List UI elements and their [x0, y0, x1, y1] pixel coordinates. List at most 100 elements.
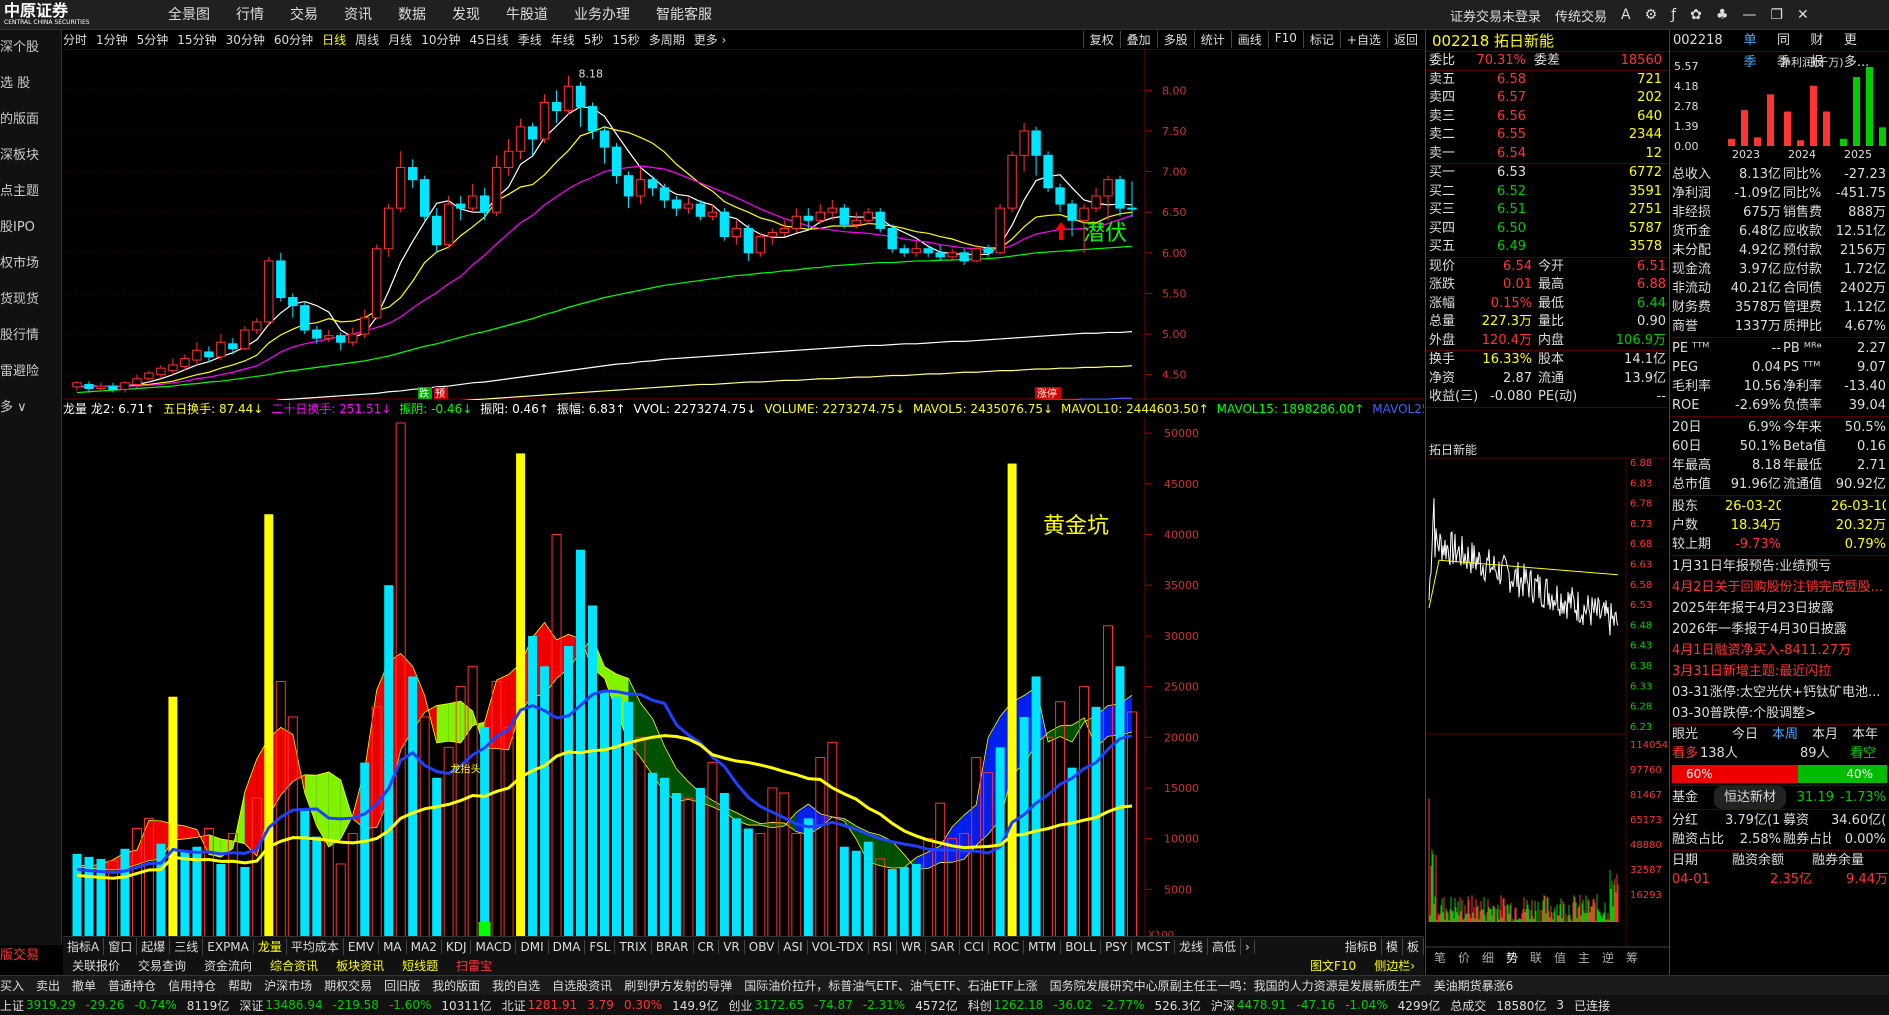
fin-tab-3[interactable]: 更多...: [1844, 30, 1880, 70]
mini-tab-4[interactable]: 联: [1530, 951, 1542, 965]
info-tab-6[interactable]: 扫雷宝: [447, 957, 501, 974]
profit-chart[interactable]: 5.57 4.18 2.78 1.39 0.00 净利润(千万) 2023 2024 2025: [1670, 52, 1889, 161]
indicator-tab-2[interactable]: 起爆: [137, 938, 171, 955]
tool-0[interactable]: 复权: [1082, 31, 1120, 48]
view-tab-3[interactable]: 本年: [1845, 725, 1885, 744]
period-7[interactable]: 周线: [355, 31, 379, 48]
status-item-1[interactable]: 卖出: [36, 977, 60, 994]
indicator-tab-33[interactable]: ›: [1241, 939, 1255, 954]
status-item-0[interactable]: 买入: [0, 977, 24, 994]
indicator-tab-17[interactable]: CR: [694, 939, 720, 954]
volume-chart[interactable]: 5000 10000 15000 20000 25000 30000 35000 40000 4…: [63, 418, 1424, 966]
leftnav-item-2[interactable]: 的版面: [0, 102, 61, 138]
indicator-tab-5[interactable]: 龙量: [254, 938, 287, 955]
status-item-14[interactable]: 国务院发展研究中心原副主任王一鸣：我国的人力资源是发展新质生产: [1050, 977, 1422, 994]
indicator-tab-9[interactable]: MA2: [407, 939, 442, 954]
font-size-icon[interactable]: A: [1621, 7, 1631, 23]
indicator-tab-12[interactable]: DMI: [516, 939, 549, 954]
formula-icon[interactable]: ƒ: [1671, 7, 1676, 23]
fin-tab-2[interactable]: 财报: [1810, 30, 1834, 70]
status-item-12[interactable]: 刷到伊方发射的导弹: [624, 977, 732, 994]
fin-tab-0[interactable]: 单季: [1744, 30, 1768, 70]
menu-item-7[interactable]: 业务办理: [561, 0, 643, 30]
status-item-2[interactable]: 撤单: [72, 977, 96, 994]
period-12[interactable]: 年线: [551, 31, 575, 48]
period-16[interactable]: 更多 ›: [694, 31, 727, 48]
leftnav-item-6[interactable]: 权市场: [0, 246, 61, 282]
menu-item-6[interactable]: 牛股道: [493, 0, 561, 30]
menu-item-0[interactable]: 全景图: [155, 0, 223, 30]
tool-5[interactable]: F10: [1267, 31, 1303, 48]
mini-tab-3[interactable]: 势: [1506, 951, 1518, 965]
status-item-7[interactable]: 期权交易: [324, 977, 372, 994]
login-status[interactable]: 证券交易未登录: [1450, 6, 1541, 25]
indicator-tab-13[interactable]: DMA: [549, 939, 586, 954]
kline-chart[interactable]: 4.505.005.506.006.507.007.508.008.18←4.2…: [63, 50, 1424, 400]
period-5[interactable]: 60分钟: [274, 31, 313, 48]
indicator-tab-31[interactable]: 龙线: [1175, 938, 1208, 955]
news-item[interactable]: 03-30普跌停:个股调整>: [1670, 703, 1889, 724]
indicator-tab-14[interactable]: FSL: [585, 939, 616, 954]
settings-icon[interactable]: ⚙: [1645, 7, 1658, 23]
news-item[interactable]: 2025年年报于4月23日披露: [1670, 598, 1889, 619]
news-item[interactable]: 1月31日年报预告:业绩预亏: [1670, 556, 1889, 577]
menu-item-3[interactable]: 资讯: [331, 0, 385, 30]
status-item-10[interactable]: 我的自选: [492, 977, 540, 994]
indicator-tab-18[interactable]: VR: [719, 939, 745, 954]
indicator-tab-30[interactable]: MCST: [1132, 939, 1175, 954]
leftnav-item-5[interactable]: 股IPO: [0, 210, 61, 246]
mini-tab-1[interactable]: 价: [1458, 951, 1470, 965]
info-tab-1[interactable]: 交易查询: [129, 957, 195, 974]
mini-tab-0[interactable]: 笔: [1434, 950, 1446, 965]
indicator-tab-15[interactable]: TRIX: [615, 939, 652, 954]
close-icon[interactable]: ✕: [1797, 7, 1809, 23]
mini-tab-2[interactable]: 细: [1482, 951, 1494, 965]
period-6[interactable]: 日线: [322, 31, 346, 48]
indicator-tab-0[interactable]: 指标A: [63, 938, 105, 955]
view-tab-2[interactable]: 本月: [1805, 725, 1845, 744]
indicator-tab-27[interactable]: MTM: [1024, 939, 1062, 954]
indicator-tab-7[interactable]: EMV: [344, 939, 380, 954]
indicator-tab-28[interactable]: BOLL: [1061, 939, 1102, 954]
period-14[interactable]: 15秒: [612, 31, 639, 48]
tool-3[interactable]: 统计: [1193, 31, 1231, 48]
indicator-tab-4[interactable]: EXPMA: [203, 939, 254, 954]
indicator-tab-26[interactable]: ROC: [989, 939, 1025, 954]
leftnav-item-7[interactable]: 货现货: [0, 282, 61, 318]
classic-trade-button[interactable]: 传统交易: [1555, 6, 1607, 25]
tool-1[interactable]: 叠加: [1119, 31, 1157, 48]
intraday-chart[interactable]: 拓日新能 6.88 6.83 6.78 6.73 6.68 6.63 6.58 6.53 6.48…: [1426, 442, 1669, 967]
status-item-13[interactable]: 国际油价拉升，标普油气ETF、油气ETF、石油ETF上涨: [744, 977, 1037, 994]
status-item-8[interactable]: 回旧版: [384, 977, 420, 994]
status-item-15[interactable]: 美油期货暴涨6: [1434, 977, 1514, 994]
mini-tab-7[interactable]: 逆: [1602, 950, 1614, 965]
info-tab-4[interactable]: 板块资讯: [327, 957, 393, 974]
view-tab-0[interactable]: 今日: [1725, 725, 1765, 744]
indicator-tab-right-2[interactable]: 板: [1403, 938, 1424, 955]
indicator-tab-22[interactable]: RSI: [869, 939, 898, 954]
news-item[interactable]: 4月1日融资净买入-8411.27万: [1670, 640, 1889, 661]
leftnav-item-9[interactable]: 雷避险: [0, 354, 61, 390]
mini-tab-5[interactable]: 值: [1554, 950, 1566, 965]
gear-icon[interactable]: ✿: [1690, 7, 1702, 23]
leftnav-item-8[interactable]: 股行情: [0, 318, 61, 354]
leftnav-item-10[interactable]: 多 ∨: [0, 390, 61, 426]
mini-tab-8[interactable]: 筹: [1626, 951, 1638, 965]
indicator-tab-21[interactable]: VOL-TDX: [808, 939, 869, 954]
indicator-tab-11[interactable]: MACD: [471, 939, 517, 954]
menu-item-1[interactable]: 行情: [223, 0, 277, 30]
info-tab-right-0[interactable]: 图文F10: [1301, 957, 1365, 974]
mini-tab-6[interactable]: 主: [1578, 951, 1590, 965]
indicator-tab-25[interactable]: CCI: [960, 939, 989, 954]
tool-4[interactable]: 画线: [1230, 31, 1268, 48]
indicator-tab-right-1[interactable]: 模: [1382, 938, 1403, 955]
period-15[interactable]: 多周期: [649, 31, 685, 48]
period-2[interactable]: 5分钟: [137, 31, 169, 48]
menu-item-4[interactable]: 数据: [385, 0, 439, 30]
info-tab-5[interactable]: 短线题: [393, 957, 447, 974]
status-item-4[interactable]: 信用持仓: [168, 977, 216, 994]
skin-icon[interactable]: ♣: [1716, 7, 1729, 23]
period-9[interactable]: 10分钟: [421, 31, 460, 48]
fin-tab-1[interactable]: 同季: [1777, 30, 1801, 70]
period-11[interactable]: 季线: [518, 31, 542, 48]
